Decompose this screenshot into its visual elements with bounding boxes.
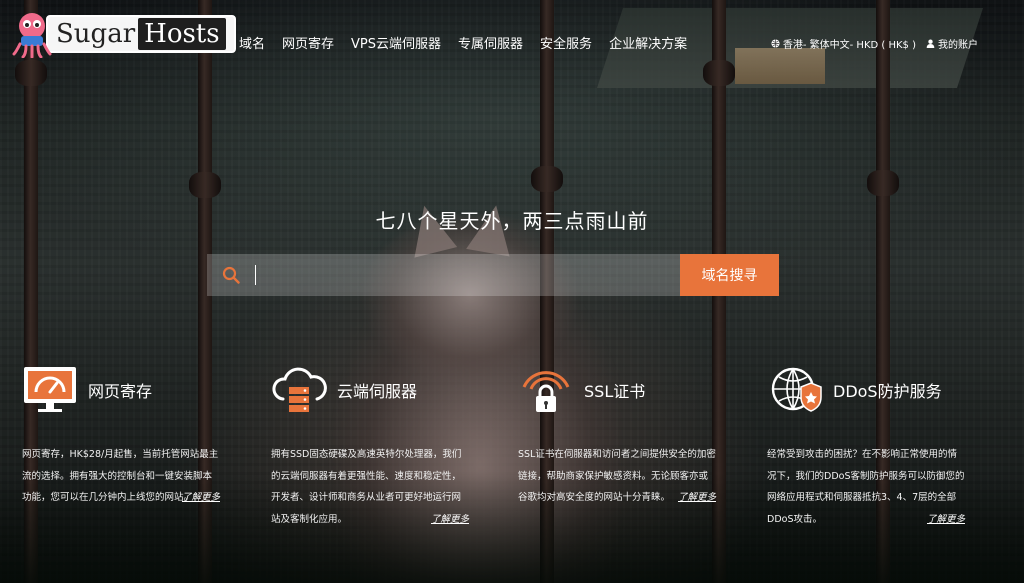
feature-description: 经常受到攻击的困扰？在不影响正常使用的情况下，我们的DDoS客制防护服务可以防御… [767, 444, 965, 530]
logo-wordmark: Sugar Hosts [46, 15, 236, 53]
cloud-server-icon [272, 367, 327, 412]
domain-search-button[interactable]: 域名搜寻 [680, 254, 779, 296]
feature-cloud-server: 云端伺服器 拥有SSD固态硬碟及高速英特尔处理器，我们的云端伺服器有着更强性能、… [271, 366, 471, 530]
region-label: 香港- 繁体中文- HKD ( HK$ ) [782, 40, 916, 51]
site-logo[interactable]: Sugar Hosts [12, 10, 236, 59]
nav-item-enterprise[interactable]: 企业解决方案 [609, 33, 687, 52]
hero-title: 七八个星天外，两三点雨山前 [375, 209, 649, 233]
feature-header: SSL证书 [518, 366, 718, 414]
main-nav: 域名 网页寄存 VPS云端伺服器 专属伺服器 安全服务 企业解决方案 [239, 33, 687, 52]
feature-description: SSL证书在伺服器和访问者之间提供安全的加密链接，帮助商家保护敏感资料。无论顾客… [518, 444, 716, 509]
feature-web-hosting: 网页寄存 网页寄存，HK$28/月起售，当前托管网站最主流的选择。拥有强大的控制… [22, 366, 222, 509]
feature-description: 网页寄存，HK$28/月起售，当前托管网站最主流的选择。拥有强大的控制台和一键安… [22, 444, 220, 509]
region-selector[interactable]: 香港- 繁体中文- HKD ( HK$ ) [771, 36, 916, 51]
search-icon [207, 266, 255, 284]
nav-item-dedicated[interactable]: 专属伺服器 [458, 33, 523, 52]
learn-more-link[interactable]: 了解更多 [927, 509, 965, 531]
user-icon [926, 39, 935, 48]
ddos-shield-icon [771, 367, 822, 412]
learn-more-link[interactable]: 了解更多 [431, 509, 469, 531]
logo-text-hosts: Hosts [138, 18, 226, 50]
search-field [207, 254, 680, 296]
feature-ddos: DDoS防护服务 经常受到攻击的困扰？在不影响正常使用的情况下，我们的DDoS客… [767, 366, 967, 530]
learn-more-link[interactable]: 了解更多 [678, 487, 716, 509]
utility-links: 香港- 繁体中文- HKD ( HK$ ) 我的账户 [771, 36, 978, 51]
hosting-monitor-icon [24, 367, 76, 412]
nav-item-vps[interactable]: VPS云端伺服器 [351, 33, 441, 52]
feature-header: 云端伺服器 [271, 366, 471, 414]
nav-item-web-hosting[interactable]: 网页寄存 [282, 33, 334, 52]
feature-header: 网页寄存 [22, 366, 222, 414]
feature-ssl: SSL证书 SSL证书在伺服器和访问者之间提供安全的加密链接，帮助商家保护敏感资… [518, 366, 718, 509]
nav-item-security[interactable]: 安全服务 [540, 33, 592, 52]
feature-title: 网页寄存 [88, 382, 153, 401]
globe-icon [771, 39, 780, 48]
domain-search-bar: 域名搜寻 [207, 254, 779, 296]
feature-description: 拥有SSD固态硬碟及高速英特尔处理器，我们的云端伺服器有着更强性能、速度和稳定性… [271, 444, 469, 530]
site-header: Sugar Hosts 域名 网页寄存 VPS云端伺服器 专属伺服器 安全服务 … [0, 0, 1024, 84]
ssl-lock-icon [522, 371, 570, 412]
logo-text-sugar: Sugar [56, 19, 136, 49]
octopus-mascot-icon [12, 10, 52, 59]
nav-item-domains[interactable]: 域名 [239, 33, 265, 52]
account-label: 我的账户 [938, 40, 978, 51]
feature-header: DDoS防护服务 [767, 366, 967, 414]
domain-search-input[interactable] [255, 265, 680, 285]
feature-title: SSL证书 [584, 382, 646, 401]
feature-title: DDoS防护服务 [833, 382, 942, 401]
feature-title: 云端伺服器 [337, 382, 418, 401]
account-link[interactable]: 我的账户 [926, 36, 978, 51]
learn-more-link[interactable]: 了解更多 [182, 487, 220, 509]
